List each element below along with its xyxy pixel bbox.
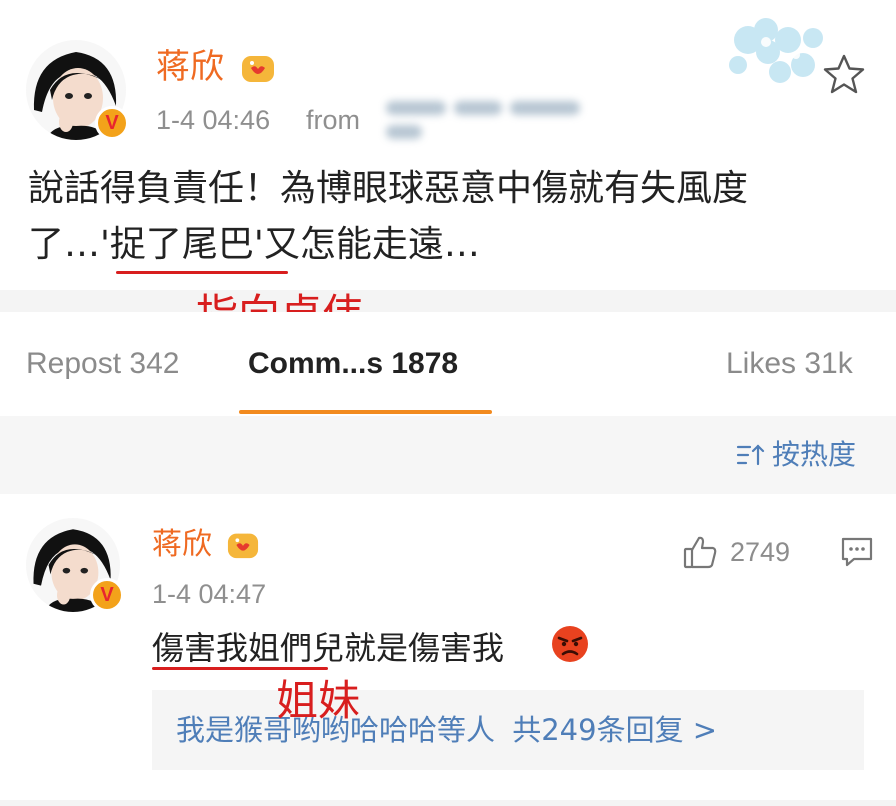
tab-likes[interactable]: Likes 31k — [726, 346, 853, 382]
verified-badge: V — [95, 106, 129, 140]
sort-label: 按热度 — [772, 438, 857, 471]
separator — [0, 290, 896, 312]
comment-icon[interactable] — [840, 536, 874, 568]
comment-underline — [152, 667, 328, 670]
post-from-label: from — [306, 105, 360, 135]
post-text-line1: 說話得負責任！為博眼球惡意中傷就有失風度 — [28, 168, 749, 209]
comment-text: 傷害我姐們兒就是傷害我 — [152, 629, 505, 667]
post-text-highlight: 捉了尾巴 — [109, 224, 254, 265]
comment-like-count: 2749 — [730, 537, 791, 567]
flower-decoration — [729, 18, 823, 83]
sort-button[interactable]: 按热度 — [736, 436, 856, 474]
sort-icon — [736, 444, 765, 466]
post-text-part-a: 了…' — [28, 224, 110, 265]
post-text-part-c: '又怎能走遠… — [253, 224, 480, 265]
replies-link[interactable]: 我是猴哥哟哟哈哈哈等人 共249条回复 > — [176, 712, 717, 748]
tab-comments[interactable]: Comm...s 1878 — [248, 346, 458, 382]
star-icon[interactable] — [822, 52, 866, 96]
annotation-underline — [116, 271, 288, 274]
tab-active-indicator — [239, 410, 492, 414]
vip-crown-icon — [242, 56, 274, 82]
verified-badge: V — [90, 578, 124, 612]
thumbs-up-icon[interactable] — [682, 534, 718, 570]
post-source-blurred — [382, 98, 622, 139]
post-username[interactable]: 蒋欣 — [156, 48, 224, 86]
comment-username[interactable]: 蒋欣 — [152, 528, 212, 562]
angry-emoji-icon — [552, 626, 588, 662]
post-time: 1-4 04:46 — [156, 105, 271, 135]
separator — [0, 800, 896, 806]
post-text-line2: 了…'捉了尾巴'又怎能走遠… — [28, 216, 480, 274]
tab-repost[interactable]: Repost 342 — [26, 346, 179, 382]
annotation-sisters: 姐妹 — [276, 676, 361, 725]
vip-crown-icon — [227, 533, 259, 559]
replies-count[interactable]: 共249条回复 > — [512, 713, 717, 747]
comment-time: 1-4 04:47 — [152, 579, 267, 609]
